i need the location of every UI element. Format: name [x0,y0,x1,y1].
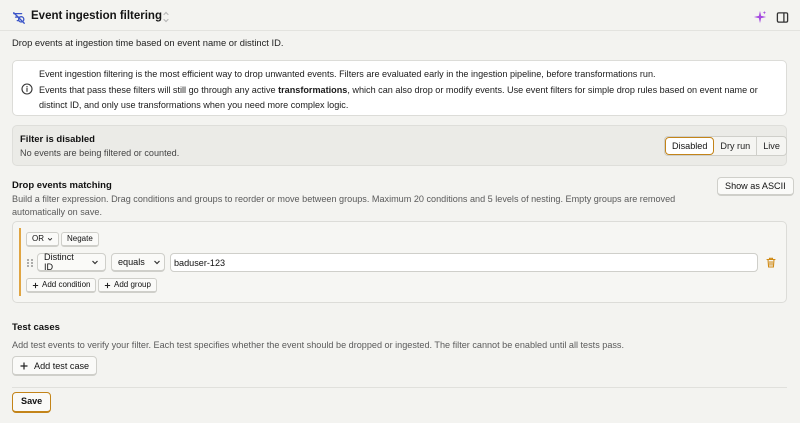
add-group-button[interactable]: Add group [98,278,157,293]
test-cases-description: Add test events to verify your filter. E… [12,340,624,350]
filter-off-icon [12,11,26,25]
add-condition-label: Add condition [42,280,91,289]
trash-icon[interactable] [766,257,776,268]
mode-segmented-control: Disabled Dry run Live [664,136,787,156]
status-title: Filter is disabled [20,134,95,145]
info-text-line1: Event ingestion filtering is the most ef… [39,69,656,79]
side-panel-icon[interactable] [776,11,789,24]
mode-dry-run-button[interactable]: Dry run [714,137,758,155]
mode-disabled-button[interactable]: Disabled [665,137,715,155]
drop-events-description: Build a filter expression. Drag conditio… [12,194,676,217]
drop-events-title: Drop events matching [12,180,112,191]
plus-icon [32,282,39,289]
chevron-down-icon [153,258,161,266]
group-operator-select[interactable]: OR [26,232,59,247]
mode-live-button[interactable]: Live [757,137,786,155]
condition-property-select[interactable]: Distinct ID [37,252,106,272]
test-cases-title: Test cases [12,322,60,333]
show-ascii-button[interactable]: Show as ASCII [717,177,794,196]
page-title: Event ingestion filtering [31,10,162,22]
group-operator-label: OR [32,234,44,243]
add-condition-button[interactable]: Add condition [26,278,97,293]
condition-value-input[interactable] [170,253,758,272]
add-test-case-label: Add test case [34,360,90,371]
sparkle-icon[interactable] [753,10,767,24]
chevron-down-icon [91,258,99,266]
condition-operator-label: equals [118,257,145,267]
chevron-down-icon [47,236,53,242]
page-subtitle: Drop events at ingestion time based on e… [12,37,284,48]
plus-icon [104,282,111,289]
add-test-case-button[interactable]: Add test case [12,356,98,376]
group-indicator-bar [19,228,21,296]
negate-button[interactable]: Negate [61,232,99,247]
plus-icon [20,362,28,370]
section-divider [12,387,787,388]
condition-property-label: Distinct ID [44,252,74,272]
status-subtitle: No events are being filtered or counted. [20,148,180,158]
info-text-pre: Events that pass these filters will stil… [39,85,279,95]
add-group-label: Add group [114,280,151,289]
info-icon [21,83,33,95]
save-button[interactable]: Save [12,392,52,413]
info-text-line2: Events that pass these filters will stil… [39,83,779,112]
header-divider [0,30,800,31]
edit-pencil-icon[interactable] [160,11,172,23]
info-text-bold: transformations [278,85,348,95]
condition-operator-select[interactable]: equals [111,253,165,272]
drag-handle-icon[interactable] [26,258,34,268]
